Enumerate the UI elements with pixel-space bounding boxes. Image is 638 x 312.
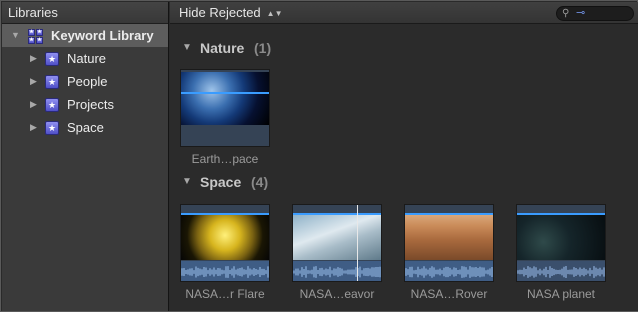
browser-toolbar: Hide Rejected ▲▼ ⚲ ⊸: [170, 2, 638, 24]
sidebar-item-people[interactable]: ▶ ★ People: [2, 70, 168, 93]
clip-item[interactable]: NASA…r Flare: [180, 204, 270, 301]
solar-flare-thumbnail[interactable]: [180, 204, 270, 282]
clip-name: NASA…Rover: [410, 287, 488, 301]
keyword-filter-icon[interactable]: ⊸: [576, 7, 585, 20]
search-icon: ⚲: [562, 8, 570, 19]
waveform-graphic: [293, 266, 381, 278]
keyword-icon: ★: [45, 121, 59, 135]
clip-name: NASA…r Flare: [185, 287, 265, 301]
clip-item[interactable]: NASA planet: [516, 204, 606, 301]
disclosure-triangle-down-icon[interactable]: ▼: [182, 37, 192, 59]
group-title: Space: [200, 174, 242, 190]
search-field[interactable]: ⚲ ⊸: [556, 6, 634, 21]
clip-item[interactable]: Earth…pace: [180, 69, 270, 166]
clip-name: NASA planet: [526, 287, 596, 301]
keyword-range-bar: [181, 92, 269, 94]
earth-thumbnail[interactable]: [180, 69, 270, 147]
keyword-range-bar: [517, 213, 605, 215]
clip-browser: Hide Rejected ▲▼ ⚲ ⊸ ▼ Nature (1) Earth…p…: [170, 2, 638, 311]
keyword-icon: ★: [45, 98, 59, 112]
sidebar-item-label: Space: [67, 120, 104, 135]
earth-image: [181, 72, 269, 125]
planet-thumbnail[interactable]: [516, 204, 606, 282]
libraries-sidebar: Libraries ▼ ★ ★ ★ ★ Keyword Library ▶ ★ Na…: [2, 2, 169, 311]
libraries-header: Libraries: [2, 2, 168, 24]
keyword-icon: ★: [45, 52, 59, 66]
sidebar-item-label: People: [67, 74, 108, 89]
clip-item[interactable]: NASA…eavor: [292, 204, 382, 301]
waveform-graphic: [517, 266, 605, 278]
audio-waveform: [517, 261, 605, 281]
mars-image: [405, 215, 493, 260]
keyword-range-bar: [293, 213, 381, 215]
mars-rover-thumbnail[interactable]: [404, 204, 494, 282]
disclosure-triangle-right-icon[interactable]: ▶: [30, 70, 37, 93]
clip-name: Earth…pace: [191, 152, 259, 166]
group-count: (1): [254, 40, 272, 56]
keyword-range-bar: [405, 213, 493, 215]
audio-waveform: [405, 261, 493, 281]
shuttle-image: [293, 215, 381, 260]
disclosure-triangle-down-icon[interactable]: ▼: [11, 24, 20, 47]
group-title: Nature: [200, 40, 245, 56]
sidebar-item-space[interactable]: ▶ ★ Space: [2, 116, 168, 139]
sidebar-item-label: Projects: [67, 97, 114, 112]
disclosure-triangle-right-icon[interactable]: ▶: [30, 116, 37, 139]
disclosure-triangle-down-icon[interactable]: ▼: [182, 171, 192, 193]
sidebar-item-nature[interactable]: ▶ ★ Nature: [2, 47, 168, 70]
keyword-range-bar: [181, 213, 269, 215]
keyword-collection-icon: ★ ★ ★ ★: [28, 29, 43, 44]
clip-item[interactable]: NASA…Rover: [404, 204, 494, 301]
waveform-path: [181, 266, 269, 278]
clip-filter-label: Hide Rejected: [179, 5, 261, 20]
waveform-path: [517, 266, 605, 278]
planet-image: [517, 215, 605, 260]
group-count: (4): [251, 174, 269, 190]
clip-filter-popup[interactable]: Hide Rejected ▲▼: [179, 2, 283, 26]
sun-image: [181, 215, 269, 260]
endeavor-thumbnail[interactable]: [292, 204, 382, 282]
waveform-graphic: [405, 266, 493, 278]
popup-arrows-icon: ▲▼: [266, 9, 283, 18]
skimmer-playhead[interactable]: [357, 205, 358, 281]
clip-name: NASA…eavor: [299, 287, 375, 301]
sidebar-item-label: Nature: [67, 51, 107, 66]
keyword-icon: ★: [45, 75, 59, 89]
waveform-graphic: [181, 266, 269, 278]
sidebar-item-label: Keyword Library: [51, 28, 154, 43]
waveform-path: [293, 266, 381, 278]
event-browser-window: Libraries ▼ ★ ★ ★ ★ Keyword Library ▶ ★ Na…: [0, 0, 638, 312]
sidebar-item-projects[interactable]: ▶ ★ Projects: [2, 93, 168, 116]
audio-waveform: [181, 261, 269, 281]
disclosure-triangle-right-icon[interactable]: ▶: [30, 93, 37, 116]
audio-waveform: [293, 261, 381, 281]
disclosure-triangle-right-icon[interactable]: ▶: [30, 47, 37, 70]
sidebar-item-keyword-library[interactable]: ▼ ★ ★ ★ ★ Keyword Library: [2, 24, 168, 47]
waveform-path: [405, 266, 493, 278]
